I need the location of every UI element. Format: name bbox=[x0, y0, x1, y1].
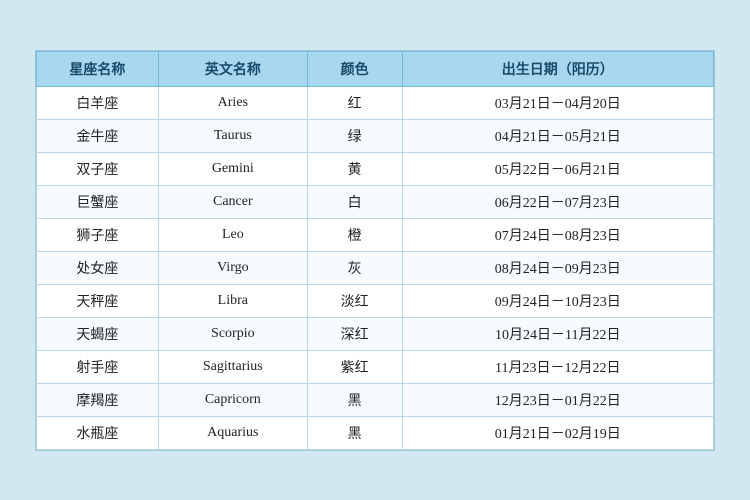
table-row: 巨蟹座Cancer白06月22日－07月23日 bbox=[37, 185, 714, 218]
cell-date: 09月24日－10月23日 bbox=[402, 284, 713, 317]
cell-english: Virgo bbox=[158, 251, 307, 284]
cell-english: Cancer bbox=[158, 185, 307, 218]
cell-date: 01月21日－02月19日 bbox=[402, 416, 713, 449]
header-color: 颜色 bbox=[307, 51, 402, 86]
cell-chinese: 天秤座 bbox=[37, 284, 159, 317]
cell-color: 黄 bbox=[307, 152, 402, 185]
header-chinese: 星座名称 bbox=[37, 51, 159, 86]
cell-color: 黑 bbox=[307, 416, 402, 449]
table-row: 金牛座Taurus绿04月21日－05月21日 bbox=[37, 119, 714, 152]
table-row: 处女座Virgo灰08月24日－09月23日 bbox=[37, 251, 714, 284]
cell-color: 黑 bbox=[307, 383, 402, 416]
cell-english: Scorpio bbox=[158, 317, 307, 350]
cell-color: 绿 bbox=[307, 119, 402, 152]
cell-date: 11月23日－12月22日 bbox=[402, 350, 713, 383]
cell-chinese: 白羊座 bbox=[37, 86, 159, 119]
cell-chinese: 处女座 bbox=[37, 251, 159, 284]
cell-color: 紫红 bbox=[307, 350, 402, 383]
cell-english: Taurus bbox=[158, 119, 307, 152]
cell-chinese: 金牛座 bbox=[37, 119, 159, 152]
cell-color: 灰 bbox=[307, 251, 402, 284]
table-header-row: 星座名称 英文名称 颜色 出生日期（阳历） bbox=[37, 51, 714, 86]
cell-color: 白 bbox=[307, 185, 402, 218]
cell-date: 03月21日－04月20日 bbox=[402, 86, 713, 119]
cell-chinese: 水瓶座 bbox=[37, 416, 159, 449]
cell-date: 06月22日－07月23日 bbox=[402, 185, 713, 218]
cell-date: 08月24日－09月23日 bbox=[402, 251, 713, 284]
table-row: 水瓶座Aquarius黑01月21日－02月19日 bbox=[37, 416, 714, 449]
cell-english: Aries bbox=[158, 86, 307, 119]
zodiac-table-container: 星座名称 英文名称 颜色 出生日期（阳历） 白羊座Aries红03月21日－04… bbox=[35, 50, 715, 451]
cell-color: 淡红 bbox=[307, 284, 402, 317]
table-row: 狮子座Leo橙07月24日－08月23日 bbox=[37, 218, 714, 251]
cell-date: 12月23日－01月22日 bbox=[402, 383, 713, 416]
table-row: 白羊座Aries红03月21日－04月20日 bbox=[37, 86, 714, 119]
cell-english: Sagittarius bbox=[158, 350, 307, 383]
zodiac-table: 星座名称 英文名称 颜色 出生日期（阳历） 白羊座Aries红03月21日－04… bbox=[36, 51, 714, 450]
cell-chinese: 双子座 bbox=[37, 152, 159, 185]
header-date: 出生日期（阳历） bbox=[402, 51, 713, 86]
cell-chinese: 摩羯座 bbox=[37, 383, 159, 416]
table-row: 天蝎座Scorpio深红10月24日－11月22日 bbox=[37, 317, 714, 350]
table-row: 摩羯座Capricorn黑12月23日－01月22日 bbox=[37, 383, 714, 416]
cell-date: 10月24日－11月22日 bbox=[402, 317, 713, 350]
cell-chinese: 巨蟹座 bbox=[37, 185, 159, 218]
cell-english: Leo bbox=[158, 218, 307, 251]
cell-color: 红 bbox=[307, 86, 402, 119]
cell-color: 深红 bbox=[307, 317, 402, 350]
cell-date: 05月22日－06月21日 bbox=[402, 152, 713, 185]
table-row: 射手座Sagittarius紫红11月23日－12月22日 bbox=[37, 350, 714, 383]
cell-date: 07月24日－08月23日 bbox=[402, 218, 713, 251]
cell-chinese: 狮子座 bbox=[37, 218, 159, 251]
cell-english: Aquarius bbox=[158, 416, 307, 449]
header-english: 英文名称 bbox=[158, 51, 307, 86]
cell-english: Capricorn bbox=[158, 383, 307, 416]
cell-english: Libra bbox=[158, 284, 307, 317]
table-row: 天秤座Libra淡红09月24日－10月23日 bbox=[37, 284, 714, 317]
table-row: 双子座Gemini黄05月22日－06月21日 bbox=[37, 152, 714, 185]
cell-english: Gemini bbox=[158, 152, 307, 185]
cell-chinese: 射手座 bbox=[37, 350, 159, 383]
cell-chinese: 天蝎座 bbox=[37, 317, 159, 350]
cell-date: 04月21日－05月21日 bbox=[402, 119, 713, 152]
cell-color: 橙 bbox=[307, 218, 402, 251]
table-body: 白羊座Aries红03月21日－04月20日金牛座Taurus绿04月21日－0… bbox=[37, 86, 714, 449]
